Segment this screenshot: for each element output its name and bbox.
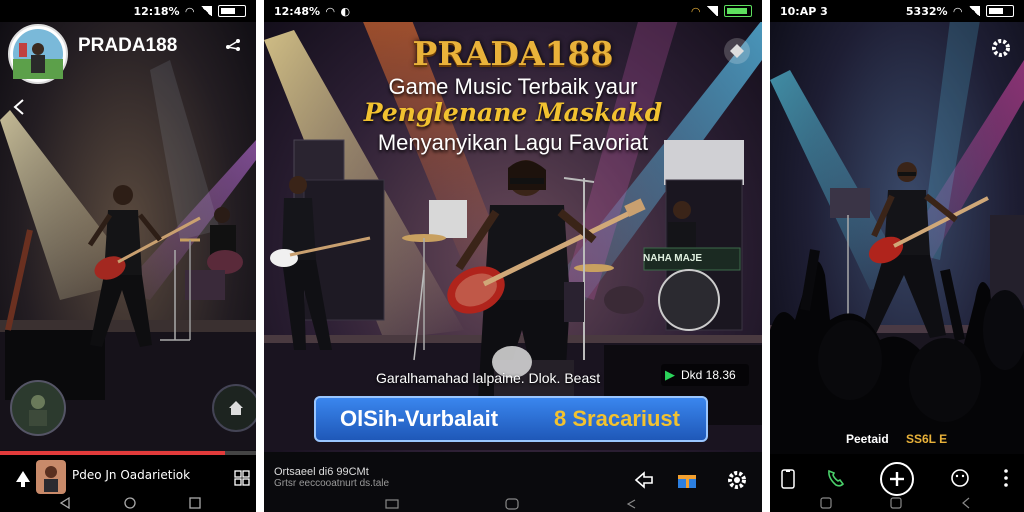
call-icon[interactable]	[824, 466, 848, 490]
nav-recents-icon[interactable]	[624, 498, 640, 510]
upload-icon[interactable]	[12, 468, 34, 490]
nav-back-icon[interactable]	[958, 496, 974, 510]
battery-icon	[724, 5, 752, 17]
wifi-icon-right: ◠	[691, 4, 700, 18]
cta-right-label: 8 Sracariust	[554, 406, 680, 431]
track-title: Pdeo Jn Oadarietiok	[72, 468, 191, 482]
signal-icon	[200, 6, 212, 16]
battery-icon	[986, 5, 1014, 17]
add-button[interactable]	[880, 462, 914, 496]
emoji-icon[interactable]	[948, 466, 972, 490]
screen-promo: 12:48% ◠ ◐ ◠ PRADA188 Game Music Terbaik…	[264, 0, 762, 512]
nav-back-icon[interactable]	[58, 496, 72, 510]
nav-back-icon[interactable]	[384, 498, 400, 510]
footer-line-2: Grtsr eeccooatnurt ds.tale	[274, 478, 390, 489]
settings-icon[interactable]	[724, 38, 750, 64]
wifi-icon: ◠	[185, 4, 194, 18]
wifi-icon: ◠	[326, 4, 335, 18]
status-time: 12:48%	[274, 4, 321, 18]
status-time: 12:18%	[133, 4, 180, 18]
channel-avatar[interactable]	[8, 24, 68, 84]
score-tag: ▶ Dkd 18.36	[661, 364, 749, 386]
status-battery-pct: 5332%	[905, 4, 948, 18]
caption-left: Peetaid	[846, 432, 889, 446]
nav-home-icon[interactable]	[122, 495, 138, 511]
status-bar: 10:AP 3 5332% ◠	[770, 0, 1024, 22]
signal-icon	[706, 6, 718, 16]
nav-home-icon[interactable]	[888, 496, 904, 510]
more-icon[interactable]	[998, 466, 1014, 490]
cta-button[interactable]: OlSih-Vurbalait 8 Sracariust	[314, 396, 708, 442]
gift-icon[interactable]	[674, 466, 700, 492]
gear-icon[interactable]	[988, 35, 1014, 61]
grid-icon[interactable]	[232, 468, 252, 488]
brand-title: PRADA188	[412, 34, 614, 73]
screen-audience-view: 10:AP 3 5332% ◠ Peetaid SS6L E	[770, 0, 1024, 512]
share-icon[interactable]	[632, 468, 656, 492]
headline-line-2: Penglenane Maskakd	[363, 98, 663, 127]
status-time: 10:AP 3	[780, 4, 828, 18]
nav-recents-icon[interactable]	[818, 496, 834, 510]
nav-home-icon[interactable]	[504, 497, 520, 511]
stage-sign: NAHA MAJE	[643, 253, 703, 264]
track-thumbnail[interactable]	[36, 460, 66, 494]
caption-right: SS6L E	[906, 432, 948, 446]
headline-line-3: Menyanyikan Lagu Favoriat	[377, 130, 649, 155]
battery-icon	[218, 5, 246, 17]
signal-icon	[968, 6, 980, 16]
share-icon[interactable]	[222, 36, 244, 54]
nav-recents-icon[interactable]	[188, 496, 202, 510]
flag-icon: ▶	[665, 367, 675, 382]
gear-icon[interactable]	[724, 467, 750, 493]
status-bar: 12:18% ◠	[0, 0, 256, 22]
back-chevron-icon[interactable]	[8, 96, 30, 118]
footer-line-1: Ortsaeel di6 99CMt	[274, 466, 369, 478]
promo-caption: Garalhamahad lalpaine. Dlok. Beast	[376, 370, 601, 386]
performer-thumbnail[interactable]	[10, 380, 66, 436]
screen-live-stream: 12:18% ◠ PRADA188 Pdeo Jn Oadarietiok	[0, 0, 256, 512]
cta-left-label: OlSih-Vurbalait	[340, 406, 499, 431]
wifi-icon: ◠	[953, 4, 962, 18]
phone-icon[interactable]	[778, 468, 798, 490]
channel-name: PRADA188	[78, 35, 178, 56]
status-bar: 12:48% ◠ ◐ ◠	[264, 0, 762, 22]
headline-line-1: Game Music Terbaik yaur	[388, 74, 638, 99]
concert-scene	[770, 0, 1024, 512]
score-tag-text: Dkd 18.36	[681, 368, 736, 382]
home-icon[interactable]	[212, 384, 256, 432]
alarm-icon: ◐	[340, 4, 351, 18]
